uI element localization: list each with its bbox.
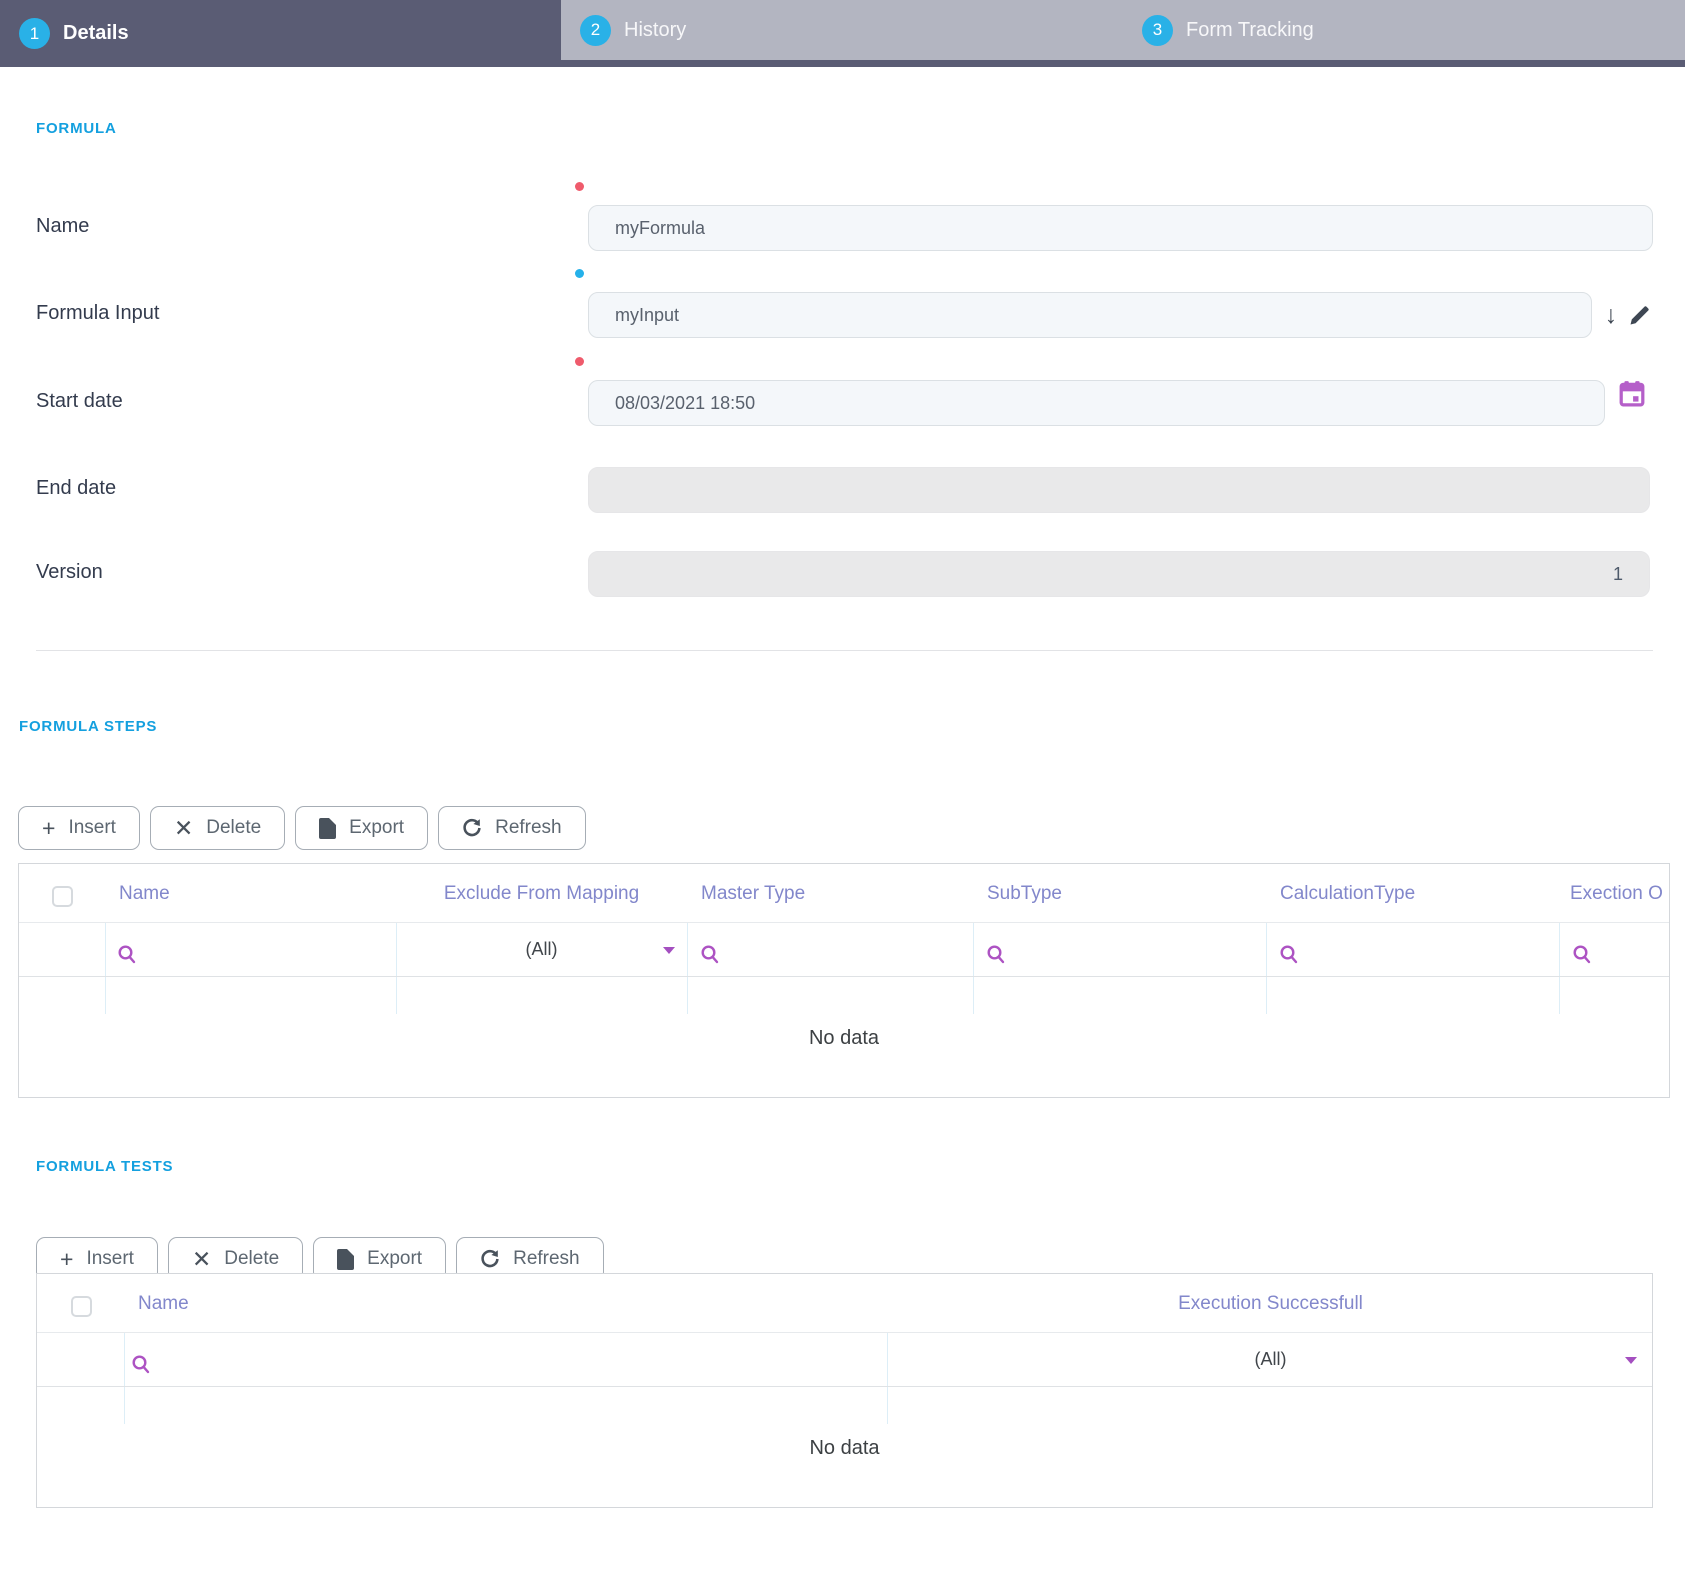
steps-col-subtype[interactable]: SubType xyxy=(987,864,1266,923)
tab-form-tracking[interactable]: 3 Form Tracking xyxy=(1123,0,1685,60)
tests-col-name[interactable]: Name xyxy=(138,1274,878,1333)
tests-filter-execution-dropdown[interactable]: (All) xyxy=(887,1333,1654,1386)
steps-filter-name-input[interactable] xyxy=(118,945,136,969)
cross-icon: ✕ xyxy=(191,1245,212,1272)
tests-no-data-message: No data xyxy=(809,1437,880,1459)
tab-form-tracking-label: Form Tracking xyxy=(1186,18,1314,41)
start-date-label: Start date xyxy=(36,390,123,412)
version-input: 1 xyxy=(588,551,1650,597)
tab-form-tracking-number-badge: 3 xyxy=(1142,14,1173,46)
steps-col-name[interactable]: Name xyxy=(119,864,396,923)
formula-input-required-dot xyxy=(575,269,584,278)
formula-tests-section-heading: FORMULA TESTS xyxy=(36,1158,174,1175)
formula-tests-grid: Name Execution Successfull (All) No data xyxy=(36,1273,1653,1508)
steps-col-calculation-type[interactable]: CalculationType xyxy=(1280,864,1559,923)
search-icon xyxy=(1573,945,1591,964)
formula-input-label: Formula Input xyxy=(36,302,160,324)
end-date-label: End date xyxy=(36,477,117,499)
steps-select-all-checkbox[interactable] xyxy=(52,886,73,907)
start-date-value: 08/03/2021 18:50 xyxy=(615,392,756,413)
plus-icon: + xyxy=(60,1245,74,1272)
section-divider xyxy=(36,650,1653,651)
name-input[interactable]: myFormula xyxy=(588,205,1653,251)
arrow-down-icon: ↓ xyxy=(1604,300,1618,329)
name-required-dot xyxy=(575,182,584,191)
refresh-icon xyxy=(481,1249,499,1268)
version-label: Version xyxy=(36,561,103,583)
search-icon xyxy=(701,945,719,964)
end-date-input xyxy=(588,467,1650,513)
plus-icon: + xyxy=(42,814,56,841)
formula-steps-toolbar: + Insert ✕ Delete Export Refresh xyxy=(18,806,586,850)
version-value: 1 xyxy=(1612,563,1623,584)
steps-export-button[interactable]: Export xyxy=(295,806,429,850)
tests-grid-filter-row-border xyxy=(37,1386,1652,1387)
formula-input-field[interactable]: myInput xyxy=(588,292,1592,338)
tab-history[interactable]: 2 History xyxy=(561,0,1123,60)
steps-filter-exection-order-input[interactable] xyxy=(1573,945,1591,969)
steps-grid-filter-row-border xyxy=(19,976,1669,977)
refresh-icon xyxy=(463,818,481,837)
tab-history-label: History xyxy=(624,18,687,41)
steps-filter-master-type-input[interactable] xyxy=(701,945,719,969)
steps-grid-col-separator xyxy=(1559,923,1560,1014)
steps-filter-calculation-type-input[interactable] xyxy=(1280,945,1298,969)
export-file-icon xyxy=(319,817,337,839)
name-input-value: myFormula xyxy=(615,217,706,238)
open-calendar-button[interactable] xyxy=(1618,378,1646,408)
cross-icon: ✕ xyxy=(173,814,194,841)
formula-input-value: myInput xyxy=(615,304,680,325)
steps-col-master-type[interactable]: Master Type xyxy=(701,864,973,923)
tests-col-execution-successfull[interactable]: Execution Successfull xyxy=(887,1274,1654,1333)
steps-insert-button[interactable]: + Insert xyxy=(18,806,140,850)
steps-filter-exclude-dropdown[interactable]: (All) xyxy=(396,923,687,976)
name-label: Name xyxy=(36,215,90,237)
steps-delete-button[interactable]: ✕ Delete xyxy=(149,806,286,850)
wizard-tab-bar: 1 Details 2 History 3 Form Tracking xyxy=(0,0,1685,67)
steps-grid-col-separator xyxy=(687,923,688,1014)
pencil-icon xyxy=(1630,305,1649,324)
chevron-down-icon[interactable] xyxy=(663,947,675,954)
tests-select-all-checkbox[interactable] xyxy=(71,1296,92,1317)
steps-grid-col-separator xyxy=(1266,923,1267,1014)
tab-details-number-badge: 1 xyxy=(19,18,50,49)
chevron-down-icon[interactable] xyxy=(1625,1357,1637,1364)
calendar-icon xyxy=(1619,380,1645,406)
steps-col-exclude-from-mapping[interactable]: Exclude From Mapping xyxy=(396,864,687,923)
search-icon xyxy=(1280,945,1298,964)
steps-grid-col-separator xyxy=(973,923,974,1014)
formula-steps-section-heading: FORMULA STEPS xyxy=(19,718,158,735)
tab-details[interactable]: 1 Details xyxy=(0,0,561,67)
formula-steps-grid: Name Exclude From Mapping Master Type Su… xyxy=(18,863,1670,1098)
start-date-required-dot xyxy=(575,357,584,366)
tests-filter-name-input[interactable] xyxy=(132,1355,150,1379)
search-icon xyxy=(132,1355,150,1374)
steps-col-exection-order[interactable]: Exection O xyxy=(1570,864,1671,923)
start-date-input[interactable]: 08/03/2021 18:50 xyxy=(588,380,1605,426)
edit-input-button[interactable] xyxy=(1626,302,1652,328)
goto-input-button[interactable]: ↓ xyxy=(1598,300,1624,330)
export-file-icon xyxy=(337,1248,355,1270)
tab-details-label: Details xyxy=(63,22,129,44)
steps-grid-col-separator xyxy=(105,923,106,1014)
search-icon xyxy=(118,945,136,964)
tests-grid-col-separator xyxy=(124,1333,125,1424)
tab-history-number-badge: 2 xyxy=(580,14,611,46)
steps-filter-subtype-input[interactable] xyxy=(987,945,1005,969)
formula-details-page: 1 Details 2 History 3 Form Tracking FORM… xyxy=(0,0,1685,1582)
steps-no-data-message: No data xyxy=(808,1027,880,1049)
formula-section-heading: FORMULA xyxy=(36,120,117,137)
steps-refresh-button[interactable]: Refresh xyxy=(438,806,586,850)
search-icon xyxy=(987,945,1005,964)
